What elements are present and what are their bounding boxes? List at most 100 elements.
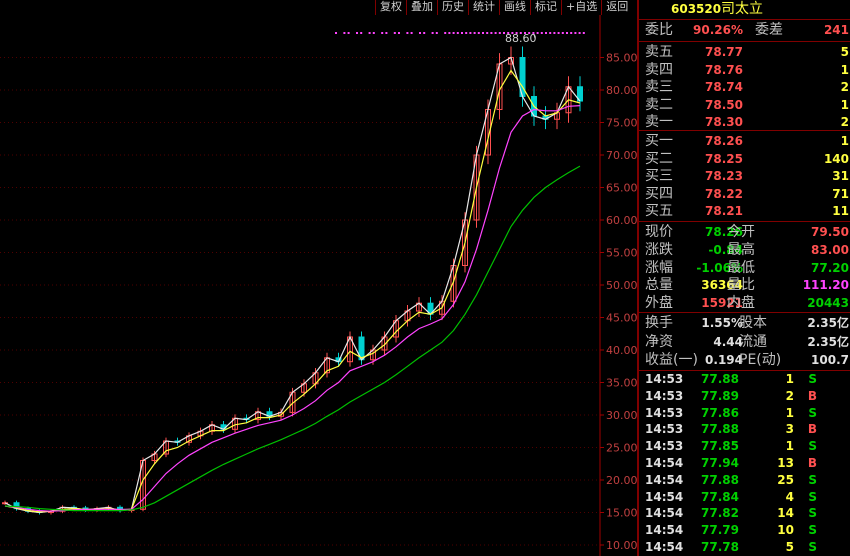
tick-time: 14:53 (645, 405, 684, 420)
toolbar-button-6[interactable]: +自选 (561, 0, 601, 15)
ask-volume: 5 (840, 45, 849, 59)
toolbar-button-3[interactable]: 统计 (468, 0, 499, 15)
marker-dot (431, 32, 434, 34)
marker-dot (498, 32, 501, 34)
bid-volume: 140 (823, 151, 849, 166)
marker-dot (423, 32, 426, 34)
marker-dot (448, 32, 451, 34)
quote-label: 现价 (645, 224, 673, 240)
stock-name: 司太立 (721, 1, 763, 17)
weicha-value: 241 (823, 23, 849, 37)
tick-side: S (808, 472, 817, 487)
tick-row[interactable]: 14:53 77.86 1 S (639, 405, 850, 422)
tick-side: B (807, 456, 817, 470)
marker-dot (574, 32, 577, 34)
tick-side: S (808, 439, 817, 454)
bid-volume: 1 (840, 134, 849, 148)
marker-dot (398, 32, 400, 34)
toolbar-button-5[interactable]: 标记 (530, 0, 561, 15)
quote-value: 20443 (807, 296, 849, 311)
tick-row[interactable]: 14:54 77.88 25 S (639, 472, 850, 489)
fundamental-value: 0.194 (705, 353, 743, 367)
weibi-value: 90.26% (693, 23, 743, 37)
tick-time: 14:53 (645, 422, 684, 437)
quote-label: 外盘 (645, 295, 673, 312)
quote-panel: 603520 司太立 委比 90.26% 委差 241 卖五 78.77 5 卖四 78… (639, 0, 850, 556)
bid-volume: 11 (832, 204, 849, 219)
toolbar-button-4[interactable]: 画线 (499, 0, 530, 15)
toolbar-button-0[interactable]: 复权 (375, 0, 406, 15)
tick-row[interactable]: 14:53 77.85 1 S (639, 438, 850, 455)
tick-time: 14:54 (645, 472, 684, 487)
bid-price: 78.25 (705, 151, 743, 166)
bid-label: 买五 (645, 203, 673, 220)
tick-row[interactable]: 14:54 77.78 5 S (639, 539, 850, 556)
tick-time: 14:53 (645, 388, 684, 403)
bid-label: 买三 (645, 168, 673, 185)
fundamental-row: 净资 4.44 流通 2.35亿 (639, 333, 850, 352)
marker-dot (566, 32, 568, 34)
y-tick-label: 45.00 (606, 312, 638, 325)
stock-code: 603520 (671, 2, 722, 16)
marker-dot (545, 32, 547, 34)
tick-row[interactable]: 14:53 77.88 1 S (639, 371, 850, 388)
fundamental-label: 换手 (645, 315, 673, 331)
series-line-1 (4, 69, 581, 513)
tick-row[interactable]: 14:54 77.84 4 S (639, 489, 850, 506)
marker-dot (393, 32, 396, 34)
toolbar-button-7[interactable]: 返回 (601, 0, 632, 15)
tick-row[interactable]: 14:54 77.94 13 B (639, 455, 850, 472)
quote-label: 内盘 (727, 295, 755, 312)
marker-dot (435, 32, 438, 34)
marker-dot (347, 32, 350, 34)
marker-dot (419, 32, 421, 34)
ask-row[interactable]: 卖三 78.74 2 (639, 78, 850, 97)
tick-price: 77.78 (701, 540, 739, 554)
marker-dot (557, 32, 560, 34)
price-chart[interactable]: 85.00 80.00 75.00 70.00 65.00 60.00 55.00 50.00… (0, 15, 638, 556)
quote-row: 涨幅 -1.06% 最低 77.20 (639, 259, 850, 278)
marker-dot (553, 32, 556, 34)
marker-dot (456, 32, 459, 34)
fundamental-value: 100.7 (811, 353, 849, 367)
quote-label: 涨跌 (645, 241, 673, 258)
fundamental-label: 净资 (645, 333, 673, 350)
quote-label: 总量 (645, 277, 673, 294)
ask-row[interactable]: 卖四 78.76 1 (639, 61, 850, 80)
quote-row: 现价 78.26 今开 79.50 (639, 223, 850, 242)
bid-row[interactable]: 买一 78.26 1 (639, 132, 850, 151)
tick-row[interactable]: 14:54 77.79 10 S (639, 522, 850, 539)
bid-row[interactable]: 买五 78.21 11 (639, 202, 850, 221)
fundamental-row: 收益(一) 0.194 PE(动) 100.7 (639, 351, 850, 370)
bid-row[interactable]: 买四 78.22 71 (639, 185, 850, 204)
fundamental-value: 2.35亿 (807, 334, 849, 349)
weicha-label: 委差 (755, 22, 783, 38)
ask-row[interactable]: 卖五 78.77 5 (639, 43, 850, 62)
chart-toolbar: 复权 叠加 历史 统计 画线 标记 +自选 返回 (375, 0, 632, 15)
tick-row[interactable]: 14:53 77.88 3 B (639, 421, 850, 438)
quote-label: 今开 (727, 224, 755, 240)
weibi-row: 委比 90.26% 委差 241 (639, 21, 850, 40)
marker-dot (578, 32, 581, 34)
ask-price: 78.50 (705, 97, 743, 112)
bid-label: 买二 (645, 150, 673, 167)
toolbar-button-1[interactable]: 叠加 (406, 0, 437, 15)
toolbar-button-2[interactable]: 历史 (437, 0, 468, 15)
bid-row[interactable]: 买二 78.25 140 (639, 150, 850, 169)
tick-price: 77.89 (701, 388, 739, 403)
ask-row[interactable]: 卖二 78.50 1 (639, 96, 850, 115)
y-tick-label: 35.00 (606, 377, 638, 390)
marker-dot (372, 32, 375, 34)
quote-label: 量比 (727, 277, 755, 294)
y-tick-label: 75.00 (606, 117, 638, 130)
y-tick-label: 25.00 (606, 442, 638, 455)
bid-row[interactable]: 买三 78.23 31 (639, 167, 850, 186)
y-tick-label: 15.00 (606, 507, 638, 520)
marker-dot (368, 32, 371, 34)
tick-row[interactable]: 14:54 77.82 14 S (639, 505, 850, 522)
tick-row[interactable]: 14:53 77.89 2 B (639, 388, 850, 405)
tick-side: S (808, 540, 817, 554)
marker-dot (444, 32, 447, 34)
bid-price: 78.22 (705, 186, 743, 201)
tick-time: 14:54 (645, 540, 684, 554)
